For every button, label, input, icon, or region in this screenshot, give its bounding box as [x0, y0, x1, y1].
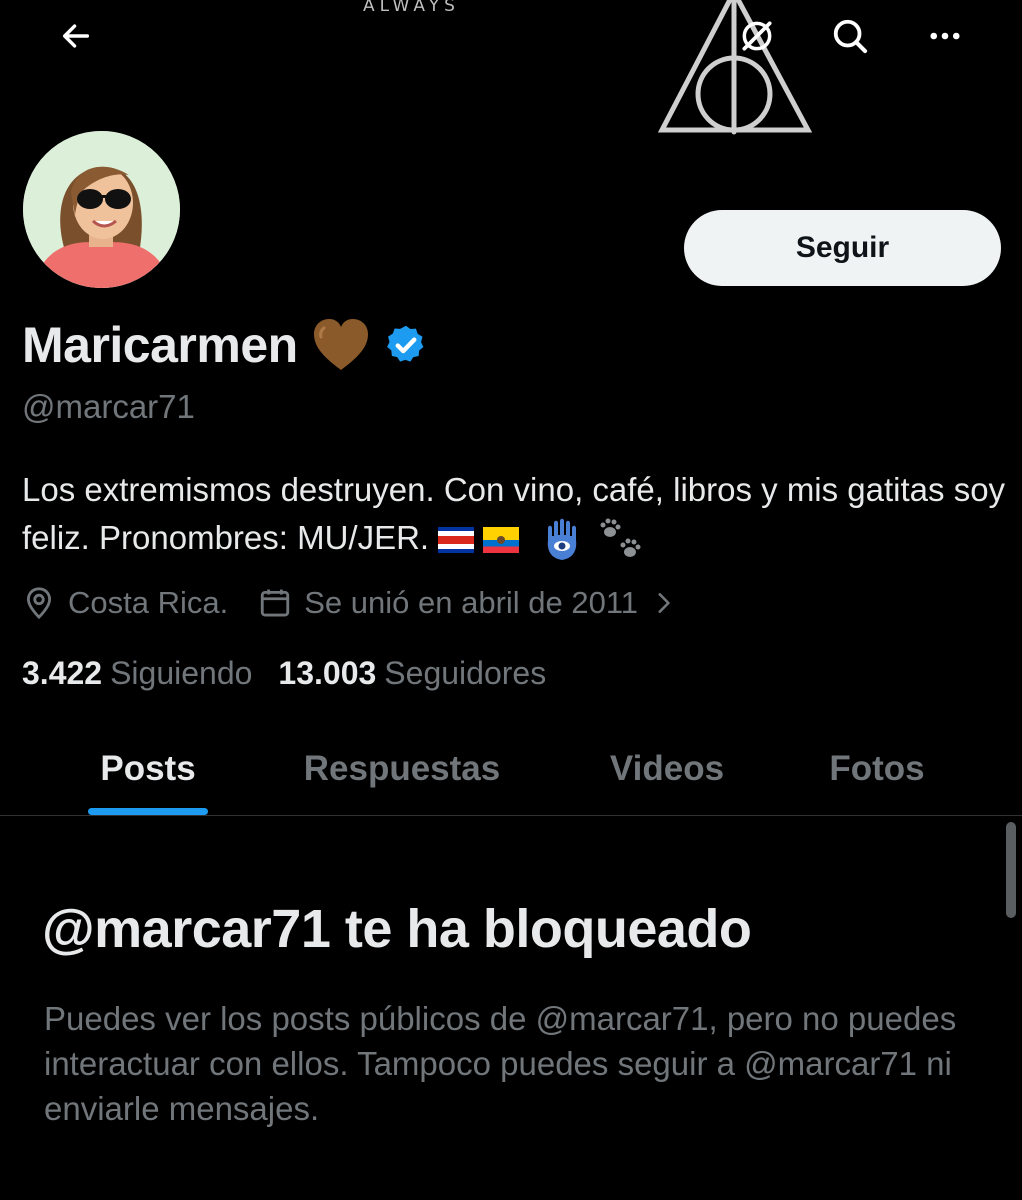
banner-text: ALWAYS — [363, 0, 460, 16]
profile-handle: @marcar71 — [22, 388, 195, 425]
avatar-image — [23, 131, 180, 288]
tab-posts[interactable]: Posts — [48, 722, 248, 815]
search-button[interactable] — [820, 6, 880, 66]
chevron-right-icon — [658, 593, 670, 613]
verified-badge-icon[interactable] — [384, 323, 428, 367]
profile-location: Costa Rica. — [22, 585, 228, 621]
profile-bio: Los extremismos destruyen. Con vino, caf… — [22, 466, 1007, 562]
following-count: 3.422 — [22, 654, 103, 691]
more-button[interactable] — [915, 6, 975, 66]
ecuador-flag-icon — [483, 527, 520, 554]
paw-prints-icon — [600, 518, 641, 558]
costa-rica-flag-icon — [438, 527, 475, 554]
avatar[interactable] — [19, 127, 184, 292]
profile-stats: 3.422 Siguiendo 13.003 Seguidores — [22, 650, 546, 696]
location-pin-icon — [26, 587, 52, 620]
blocked-message: Puedes ver los posts públicos de @marcar… — [44, 1000, 957, 1127]
location-text: Costa Rica. — [68, 585, 229, 620]
search-icon — [833, 19, 868, 54]
tab-respuestas[interactable]: Respuestas — [272, 722, 532, 815]
grok-button[interactable] — [727, 6, 787, 66]
follow-button[interactable]: Seguir — [684, 210, 1001, 286]
joined-text: Se unió en abril de 2011 — [304, 585, 639, 620]
tab-fotos[interactable]: Fotos — [787, 722, 967, 815]
profile-meta: Costa Rica. Se unió en abril de 2011 — [22, 580, 688, 626]
arrow-left-icon — [62, 24, 90, 48]
followers-count: 13.003 — [278, 654, 377, 691]
display-name: Maricarmen — [22, 317, 298, 373]
blocked-title: @marcar71 te ha bloqueado — [42, 899, 752, 959]
following-link[interactable]: 3.422 Siguiendo — [22, 655, 252, 692]
profile-tabs: Posts Respuestas Videos Fotos — [0, 722, 1022, 816]
more-horizontal-icon — [930, 32, 960, 40]
followers-link[interactable]: 13.003 Seguidores — [278, 655, 546, 692]
calendar-icon — [261, 589, 290, 617]
back-button[interactable] — [46, 6, 106, 66]
hamsa-icon — [547, 519, 576, 561]
scrollbar[interactable] — [1006, 822, 1016, 918]
brown-heart-icon — [313, 319, 368, 370]
profile-joined[interactable]: Se unió en abril de 2011 — [258, 585, 688, 621]
profile-name-row: Maricarmen — [22, 312, 428, 378]
following-label: Siguiendo — [110, 654, 253, 691]
grok-icon — [742, 21, 772, 51]
active-tab-indicator — [88, 808, 208, 815]
tab-videos[interactable]: Videos — [567, 722, 767, 815]
followers-label: Seguidores — [384, 654, 547, 691]
